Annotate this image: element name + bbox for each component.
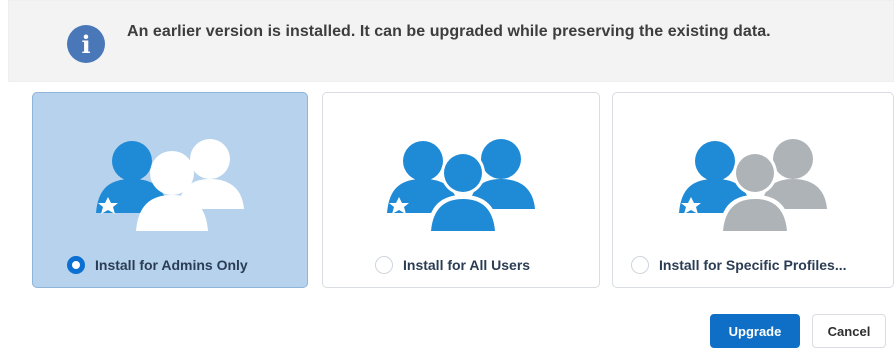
all-users-label: Install for All Users [403, 257, 531, 273]
all-users-option[interactable]: Install for All Users [375, 253, 530, 277]
admins-only-label: Install for Admins Only [95, 257, 248, 273]
upgrade-button[interactable]: Upgrade [710, 314, 800, 348]
specific-profiles-option[interactable]: Install for Specific Profiles... [631, 253, 847, 277]
install-specific-profiles-card[interactable]: Install for Specific Profiles... [612, 92, 894, 288]
all-users-icon [387, 139, 535, 231]
specific-profiles-icon [679, 139, 827, 231]
install-options: Install for Admins Only Install for All … [32, 92, 894, 290]
cancel-button[interactable]: Cancel [812, 314, 886, 348]
dialog-actions: Upgrade Cancel [710, 314, 886, 348]
admins-only-option[interactable]: Install for Admins Only [67, 253, 248, 277]
info-banner: i An earlier version is installed. It ca… [8, 0, 894, 82]
info-message: An earlier version is installed. It can … [127, 23, 771, 40]
admins-only-radio[interactable] [67, 256, 85, 274]
admin-users-icon [96, 139, 244, 231]
install-admins-only-card[interactable]: Install for Admins Only [32, 92, 308, 288]
info-icon: i [67, 25, 105, 63]
install-all-users-card[interactable]: Install for All Users [322, 92, 600, 288]
specific-profiles-label: Install for Specific Profiles... [659, 257, 847, 273]
install-upgrade-dialog: i An earlier version is installed. It ca… [0, 0, 894, 348]
specific-profiles-radio[interactable] [631, 256, 649, 274]
all-users-radio[interactable] [375, 256, 393, 274]
